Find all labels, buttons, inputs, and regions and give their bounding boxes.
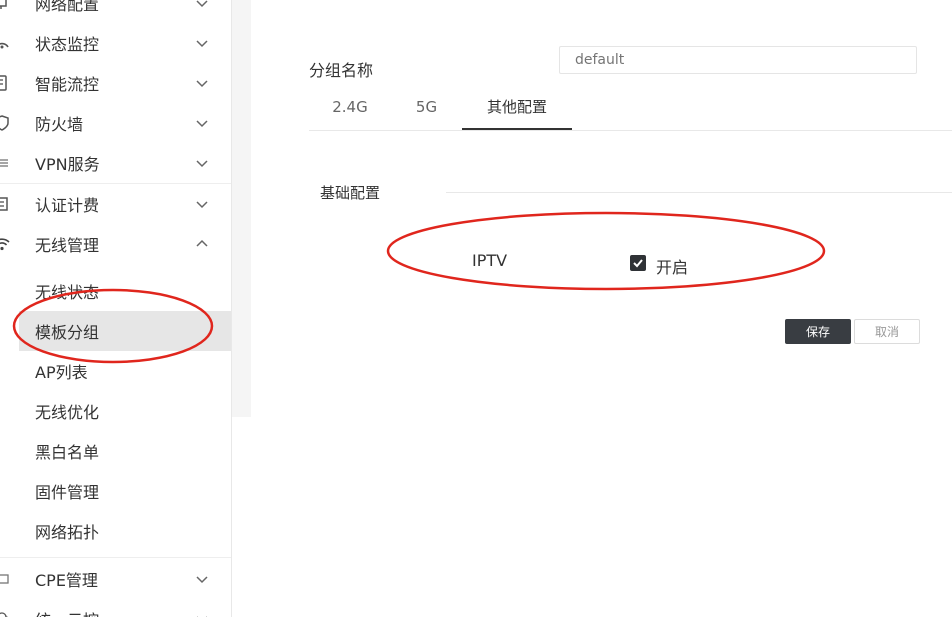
flow-control-icon bbox=[0, 75, 10, 91]
chevron-down-icon bbox=[196, 120, 208, 128]
chevron-down-icon bbox=[196, 201, 208, 209]
sidebar-item-network-config[interactable]: 网络配置 bbox=[0, 0, 231, 23]
sidebar-subitem-label: 无线优化 bbox=[35, 403, 100, 422]
section-title: 基础配置 bbox=[320, 184, 381, 202]
section-divider bbox=[446, 192, 952, 193]
sidebar-item-cpe[interactable]: CPE管理 bbox=[0, 559, 231, 599]
auth-icon bbox=[0, 196, 10, 212]
iptv-enable-label[interactable]: 开启 bbox=[656, 254, 688, 278]
check-icon bbox=[633, 259, 643, 268]
sidebar-subitem-wireless-optimize[interactable]: 无线优化 bbox=[19, 391, 231, 431]
chevron-down-icon bbox=[196, 0, 208, 8]
sidebar-item-status-monitor[interactable]: 状态监控 bbox=[0, 23, 231, 63]
sidebar-item-cloud-control[interactable]: 统一云控 bbox=[0, 599, 231, 617]
sidebar-subitem-label: 无线状态 bbox=[35, 283, 100, 302]
sidebar-subitem-black-white-list[interactable]: 黑白名单 bbox=[19, 431, 231, 471]
annotation-ellipse bbox=[386, 211, 826, 291]
chevron-down-icon bbox=[196, 160, 208, 168]
sidebar-item-label: 认证计费 bbox=[35, 196, 100, 215]
cloud-icon bbox=[0, 611, 10, 617]
tab-label: 5G bbox=[415, 98, 438, 116]
save-button[interactable]: 保存 bbox=[785, 319, 851, 344]
wifi-icon bbox=[0, 236, 10, 252]
sidebar-subitem-ap-list[interactable]: AP列表 bbox=[19, 351, 231, 391]
tab-other-config[interactable]: 其他配置 bbox=[462, 86, 572, 130]
iptv-label: IPTV bbox=[472, 251, 508, 270]
sidebar-item-label: CPE管理 bbox=[35, 571, 98, 590]
iptv-checkbox[interactable] bbox=[630, 255, 646, 271]
sidebar-subitem-firmware[interactable]: 固件管理 bbox=[19, 471, 231, 511]
chevron-down-icon bbox=[196, 40, 208, 48]
shield-icon bbox=[0, 115, 10, 131]
vpn-icon bbox=[0, 155, 10, 171]
sidebar-item-firewall[interactable]: 防火墙 bbox=[0, 103, 231, 143]
sidebar-item-label: 网络配置 bbox=[35, 0, 100, 14]
tab-5g[interactable]: 5G bbox=[391, 86, 462, 129]
group-name-label: 分组名称 bbox=[309, 61, 374, 80]
sidebar-subitem-label: 模板分组 bbox=[35, 323, 100, 342]
tab-label: 2.4G bbox=[332, 98, 368, 116]
tab-label: 其他配置 bbox=[486, 98, 547, 116]
sidebar-subitem-template-group[interactable]: 模板分组 bbox=[19, 311, 231, 351]
chevron-up-icon bbox=[196, 239, 208, 247]
divider bbox=[0, 557, 231, 558]
sidebar-item-label: VPN服务 bbox=[35, 155, 100, 174]
sidebar-item-auth-billing[interactable]: 认证计费 bbox=[0, 184, 231, 224]
sidebar-item-label: 防火墙 bbox=[35, 115, 84, 134]
tab-2g[interactable]: 2.4G bbox=[309, 86, 391, 129]
sidebar-item-label: 无线管理 bbox=[35, 236, 100, 255]
sidebar-item-label: 智能流控 bbox=[35, 75, 100, 94]
sidebar-subitem-label: AP列表 bbox=[35, 363, 88, 382]
sidebar-subitem-label: 网络拓扑 bbox=[35, 523, 100, 542]
sidebar-subitem-label: 固件管理 bbox=[35, 483, 100, 502]
sidebar: 网络配置 状态监控 智能流控 防火墙 VPN服务 认证计费 无线管理 无线状态 … bbox=[0, 0, 232, 617]
sidebar-subitem-label: 黑白名单 bbox=[35, 443, 100, 462]
network-icon bbox=[0, 0, 10, 11]
sidebar-item-wireless[interactable]: 无线管理 bbox=[0, 224, 231, 264]
group-name-input[interactable] bbox=[559, 46, 917, 74]
cancel-button[interactable]: 取消 bbox=[854, 319, 920, 344]
chevron-down-icon bbox=[196, 80, 208, 88]
monitor-icon bbox=[0, 35, 10, 51]
sidebar-item-vpn[interactable]: VPN服务 bbox=[0, 143, 231, 183]
sidebar-item-label: 统一云控 bbox=[35, 607, 99, 617]
sidebar-subitem-wireless-status[interactable]: 无线状态 bbox=[19, 271, 231, 311]
sidebar-item-label: 状态监控 bbox=[35, 35, 100, 54]
cpe-icon bbox=[0, 571, 10, 587]
chevron-down-icon bbox=[196, 576, 208, 584]
sidebar-item-flow-control[interactable]: 智能流控 bbox=[0, 63, 231, 103]
content-gutter bbox=[232, 0, 251, 417]
config-tabs: 2.4G 5G 其他配置 bbox=[309, 86, 952, 131]
sidebar-subitem-topology[interactable]: 网络拓扑 bbox=[19, 511, 231, 551]
chevron-down-icon bbox=[197, 616, 207, 617]
